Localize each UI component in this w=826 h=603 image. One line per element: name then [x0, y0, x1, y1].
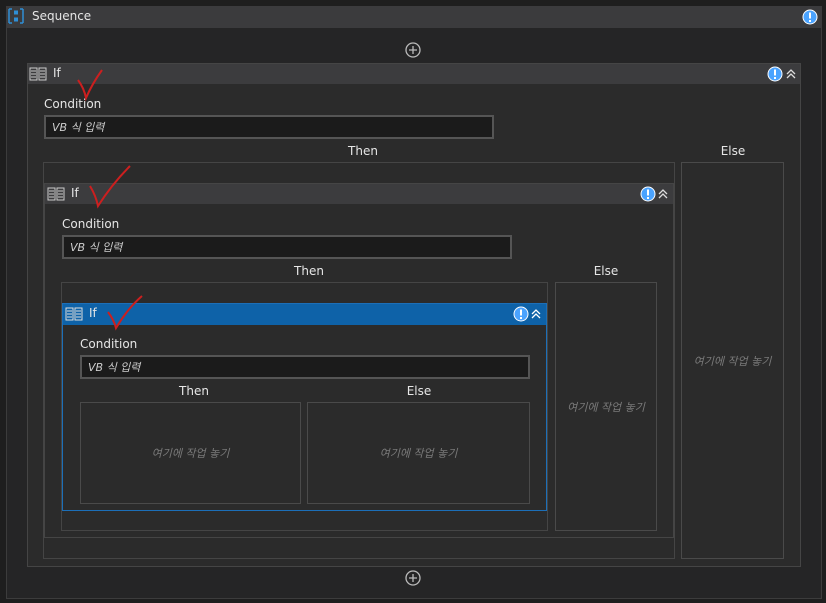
drop-hint: 여기에 작업 놓기 — [693, 354, 772, 368]
if-title: If — [71, 186, 79, 200]
then-label: Then — [294, 264, 324, 278]
then-label: Then — [348, 144, 378, 158]
if-icon — [65, 307, 83, 321]
warning-icon[interactable] — [640, 186, 656, 202]
if-icon — [29, 67, 47, 81]
else-label: Else — [720, 144, 746, 158]
else-label: Else — [406, 384, 432, 398]
if-header-middle[interactable] — [45, 184, 673, 204]
collapse-chevron-icon[interactable] — [657, 188, 669, 200]
warning-icon[interactable] — [767, 66, 783, 82]
condition-label: Condition — [62, 217, 120, 231]
sequence-title: Sequence — [32, 9, 92, 23]
else-drop-area[interactable]: 여기에 작업 놓기 — [555, 282, 657, 531]
drop-hint: 여기에 작업 놓기 — [379, 447, 458, 460]
condition-label: Condition — [80, 337, 138, 351]
collapse-chevron-icon[interactable] — [785, 68, 797, 80]
sequence-header[interactable] — [6, 6, 822, 28]
if-header-outer[interactable] — [28, 64, 800, 84]
condition-label: Condition — [44, 97, 102, 111]
if-header-inner[interactable] — [63, 304, 546, 325]
condition-input[interactable]: VB 식 입력 — [80, 355, 530, 379]
collapse-chevron-icon[interactable] — [530, 308, 542, 320]
else-label: Else — [593, 264, 619, 278]
sequence-icon — [8, 8, 24, 24]
else-drop-area[interactable]: 여기에 작업 놓기 — [681, 162, 784, 559]
then-drop-area[interactable]: 여기에 작업 놓기 — [80, 402, 301, 504]
drop-hint: 여기에 작업 놓기 — [151, 447, 230, 460]
add-activity-icon[interactable] — [405, 570, 421, 586]
if-title: If — [89, 306, 97, 320]
condition-input[interactable]: VB 식 입력 — [62, 235, 512, 259]
warning-icon[interactable] — [513, 306, 529, 322]
else-drop-area[interactable]: 여기에 작업 놓기 — [307, 402, 530, 504]
add-activity-icon[interactable] — [405, 42, 421, 58]
drop-hint: 여기에 작업 놓기 — [567, 400, 645, 414]
warning-icon[interactable] — [802, 9, 818, 25]
condition-input[interactable]: VB 식 입력 — [44, 115, 494, 139]
then-label: Then — [179, 384, 209, 398]
if-title: If — [53, 66, 61, 80]
if-icon — [47, 187, 65, 201]
